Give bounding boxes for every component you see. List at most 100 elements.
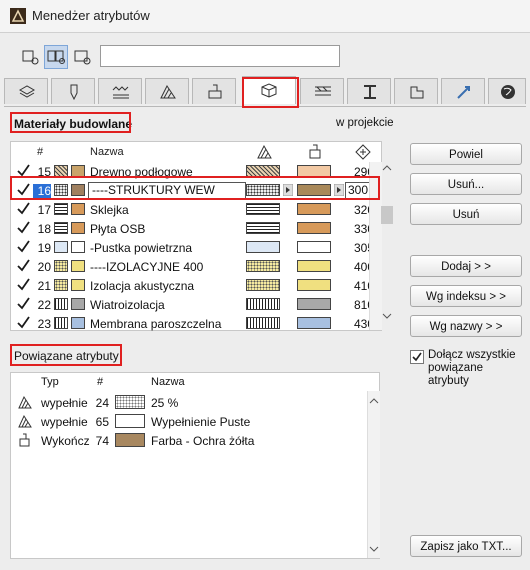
tab-profiles[interactable] — [347, 78, 391, 104]
include-all-checkbox[interactable] — [410, 350, 424, 364]
tab-building-materials[interactable] — [242, 76, 296, 104]
tab-mep[interactable] — [441, 78, 485, 104]
materials-list[interactable]: # Nazwa 15 Drewno podłogowe 290 16 ----STRUK… — [10, 141, 382, 331]
list-view-button[interactable] — [18, 45, 42, 69]
col-num: # — [37, 146, 44, 158]
material-pattern — [54, 203, 68, 215]
material-surface[interactable] — [297, 317, 331, 329]
related-name: 25 % — [151, 396, 179, 410]
tab-surfaces[interactable] — [192, 78, 236, 104]
material-num: 20 — [37, 260, 51, 274]
material-swatch — [71, 279, 85, 291]
add-button[interactable]: Dodaj > > — [410, 255, 522, 277]
material-row[interactable]: 15 Drewno podłogowe 290 — [11, 162, 374, 181]
material-row[interactable]: 17 Sklejka 320 — [11, 200, 374, 219]
material-surface[interactable] — [297, 165, 331, 177]
material-row[interactable]: 20 ----IZOLACYJNE 400 400 — [11, 257, 374, 276]
materials-title: Materiały budowlane — [14, 117, 133, 131]
delete-dots-button[interactable]: Usuń... — [410, 173, 522, 195]
material-fill[interactable] — [246, 260, 280, 272]
by-index-button[interactable]: Wg indeksu > > — [410, 285, 522, 307]
in-project-label: w projekcie — [336, 117, 394, 129]
material-fill[interactable] — [246, 317, 280, 329]
material-surface[interactable] — [297, 298, 331, 310]
material-row[interactable]: 16 ----STRUKTURY WEW 300 — [11, 181, 375, 200]
material-row[interactable]: 21 Izolacja akustyczna 410 — [11, 276, 374, 295]
material-name: Drewno podłogowe — [90, 165, 193, 179]
app-icon — [10, 8, 26, 24]
material-swatch — [71, 165, 85, 177]
material-name: Membrana paroszczelna — [90, 317, 222, 331]
related-row[interactable]: Wykończ 74 Farba - Ochra żółta — [11, 431, 367, 450]
checkmark-icon[interactable] — [17, 297, 30, 310]
scroll-thumb[interactable] — [381, 206, 393, 224]
related-row[interactable]: wypełnie 65 Wypełnienie Puste — [11, 412, 367, 431]
material-surface[interactable] — [297, 184, 331, 196]
tab-composites[interactable] — [300, 78, 344, 104]
duplicate-button[interactable]: Powiel — [410, 143, 522, 165]
fill-dropdown-icon[interactable] — [283, 184, 293, 196]
surface-dropdown-icon[interactable] — [334, 184, 344, 196]
search-input[interactable] — [100, 45, 340, 67]
related-title: Powiązane atrybuty — [14, 349, 119, 363]
material-name[interactable]: ----STRUKTURY WEW — [88, 182, 246, 199]
material-num: 16 — [33, 184, 51, 198]
checkmark-icon[interactable] — [17, 221, 30, 234]
material-surface[interactable] — [297, 203, 331, 215]
material-fill[interactable] — [246, 222, 280, 234]
material-row[interactable]: 22 Wiatroizolacja 810 — [11, 295, 374, 314]
save-txt-button[interactable]: Zapisz jako TXT... — [410, 535, 522, 557]
material-fill[interactable] — [246, 298, 280, 310]
material-pattern — [54, 222, 68, 234]
material-fill[interactable] — [246, 279, 280, 291]
dual-list-view-button[interactable] — [44, 45, 68, 69]
detail-view-button[interactable] — [70, 45, 94, 69]
tab-globe[interactable] — [488, 78, 526, 104]
material-fill[interactable] — [246, 241, 280, 253]
checkmark-icon[interactable] — [17, 316, 30, 329]
material-fill[interactable] — [246, 203, 280, 215]
material-row[interactable]: 18 Płyta OSB 330 — [11, 219, 374, 238]
list-header: # Nazwa — [11, 142, 381, 162]
checkmark-icon[interactable] — [17, 164, 30, 177]
material-surface[interactable] — [297, 260, 331, 272]
checkmark-icon[interactable] — [17, 259, 30, 272]
material-row[interactable]: 19 -Pustka powietrzna 305 — [11, 238, 374, 257]
related-row[interactable]: wypełnie 24 25 % — [11, 393, 367, 412]
material-surface[interactable] — [297, 222, 331, 234]
mep-icon — [457, 86, 470, 99]
by-name-button[interactable]: Wg nazwy > > — [410, 315, 522, 337]
checkmark-icon[interactable] — [17, 183, 30, 196]
rel-col-num: # — [97, 376, 104, 388]
material-pattern — [54, 241, 68, 253]
material-num: 22 — [37, 298, 51, 312]
include-all-label: Dołącz wszystkie powiązane atrybuty — [428, 349, 516, 387]
layers-icon — [18, 85, 36, 98]
material-swatch — [71, 203, 85, 215]
side-scroll[interactable] — [381, 162, 393, 322]
delete-button[interactable]: Usuń — [410, 203, 522, 225]
building-material-icon — [261, 83, 277, 98]
related-swatch — [115, 433, 145, 447]
material-num: 23 — [37, 317, 51, 331]
checkmark-icon[interactable] — [17, 202, 30, 215]
tab-zone-categories[interactable] — [394, 78, 438, 104]
checkmark-icon[interactable] — [17, 240, 30, 253]
fill-icon — [18, 395, 32, 409]
material-row[interactable]: 23 Membrana paroszczelna 430 — [11, 314, 374, 333]
checkmark-icon[interactable] — [17, 278, 30, 291]
related-num: 65 — [95, 415, 109, 429]
related-name: Wypełnienie Puste — [151, 415, 251, 429]
material-surface[interactable] — [297, 241, 331, 253]
related-scrollbar[interactable] — [367, 391, 380, 558]
tab-layers[interactable] — [4, 78, 48, 104]
tab-fills[interactable] — [145, 78, 189, 104]
tab-line-types[interactable] — [98, 78, 142, 104]
material-fill[interactable] — [246, 184, 280, 196]
related-header: Typ # Nazwa — [11, 373, 379, 391]
composite-icon — [315, 86, 331, 96]
related-list[interactable]: Typ # Nazwa wypełnie 24 25 % wypełnie 65 Wype… — [10, 372, 380, 559]
tab-pens[interactable] — [51, 78, 95, 104]
material-surface[interactable] — [297, 279, 331, 291]
material-fill[interactable] — [246, 165, 280, 177]
